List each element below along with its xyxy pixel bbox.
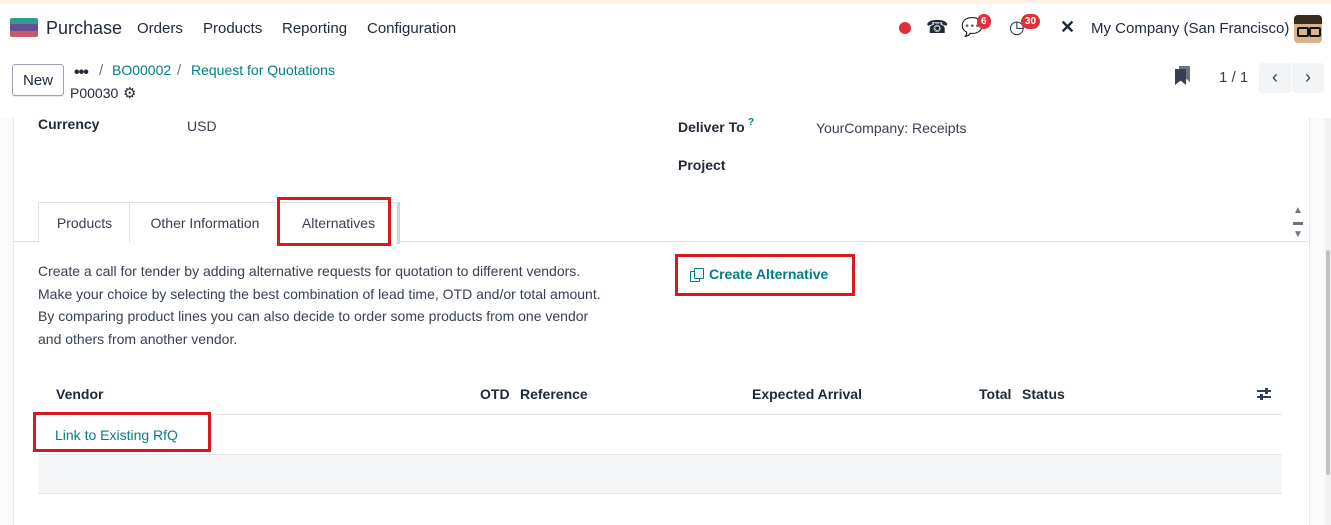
- breadcrumb-more-icon[interactable]: •••: [74, 64, 89, 82]
- record-name: P00030: [70, 85, 119, 101]
- phone-icon[interactable]: ☎: [926, 18, 948, 36]
- main-navbar: Purchase Orders Products Reporting Confi…: [0, 4, 1331, 52]
- page-scrollbar-thumb[interactable]: [1326, 250, 1330, 475]
- company-switcher[interactable]: My Company (San Francisco): [1091, 20, 1289, 37]
- optional-columns-icon[interactable]: [1257, 387, 1271, 401]
- highlight-alternatives-tab: [277, 197, 391, 246]
- breadcrumb-bo00002[interactable]: BO00002: [112, 62, 171, 78]
- table-row: [38, 455, 1282, 493]
- currency-label: Currency: [38, 116, 100, 132]
- menu-orders[interactable]: Orders: [137, 20, 183, 37]
- breadcrumb-separator: /: [177, 62, 182, 79]
- tab-products[interactable]: Products: [38, 202, 131, 243]
- tab-other-information[interactable]: Other Information: [129, 202, 281, 243]
- description-line: and others from another vendor.: [38, 330, 238, 347]
- messages-count-badge: 6: [977, 14, 991, 29]
- control-panel: New ••• / BO00002 / Request for Quotatio…: [0, 52, 1331, 119]
- column-total[interactable]: Total: [979, 386, 1011, 402]
- highlight-create-alternative: [675, 254, 855, 296]
- scroll-arrows-icon[interactable]: ▲ ▬ ▼: [1293, 205, 1303, 241]
- gear-icon[interactable]: ⚙: [123, 84, 136, 102]
- purchase-app-icon[interactable]: [10, 18, 38, 38]
- column-expected-arrival[interactable]: Expected Arrival: [752, 386, 862, 402]
- column-status[interactable]: Status: [1022, 386, 1065, 402]
- pager-next-icon[interactable]: ›: [1292, 63, 1324, 93]
- project-label: Project: [678, 157, 726, 173]
- new-button[interactable]: New: [12, 64, 64, 96]
- menu-configuration[interactable]: Configuration: [367, 20, 456, 37]
- deliver-to-field[interactable]: YourCompany: Receipts: [816, 120, 966, 136]
- deliver-to-label: Deliver To: [678, 119, 745, 135]
- currency-field[interactable]: USD: [187, 118, 217, 134]
- menu-products[interactable]: Products: [203, 20, 262, 37]
- pager-value[interactable]: 1 / 1: [1219, 69, 1248, 86]
- table-row-divider: [38, 493, 1282, 494]
- deliver-to-help-icon[interactable]: ?: [748, 117, 754, 128]
- app-name[interactable]: Purchase: [46, 18, 122, 39]
- description-line: Create a call for tender by adding alter…: [38, 263, 581, 279]
- activities-count-badge: 30: [1021, 14, 1041, 29]
- table-header-divider: [38, 414, 1282, 415]
- alternatives-description: Create a call for tender by adding alter…: [38, 260, 658, 350]
- column-otd[interactable]: OTD: [480, 386, 510, 402]
- description-line: By comparing product lines you can also …: [38, 308, 589, 324]
- highlight-link-existing-rfq: [33, 412, 211, 452]
- column-vendor[interactable]: Vendor: [56, 386, 103, 402]
- pager-previous-icon[interactable]: ‹: [1259, 63, 1291, 93]
- recording-indicator-icon[interactable]: [899, 22, 911, 34]
- description-line: Make your choice by selecting the best c…: [38, 285, 601, 302]
- breadcrumb-separator: /: [99, 62, 104, 79]
- user-avatar[interactable]: [1294, 15, 1322, 43]
- column-reference[interactable]: Reference: [520, 386, 588, 402]
- bookmark-icon-front[interactable]: [1175, 69, 1186, 85]
- menu-reporting[interactable]: Reporting: [282, 20, 347, 37]
- breadcrumb-rfq[interactable]: Request for Quotations: [191, 62, 335, 78]
- tools-icon[interactable]: ✕: [1060, 18, 1075, 36]
